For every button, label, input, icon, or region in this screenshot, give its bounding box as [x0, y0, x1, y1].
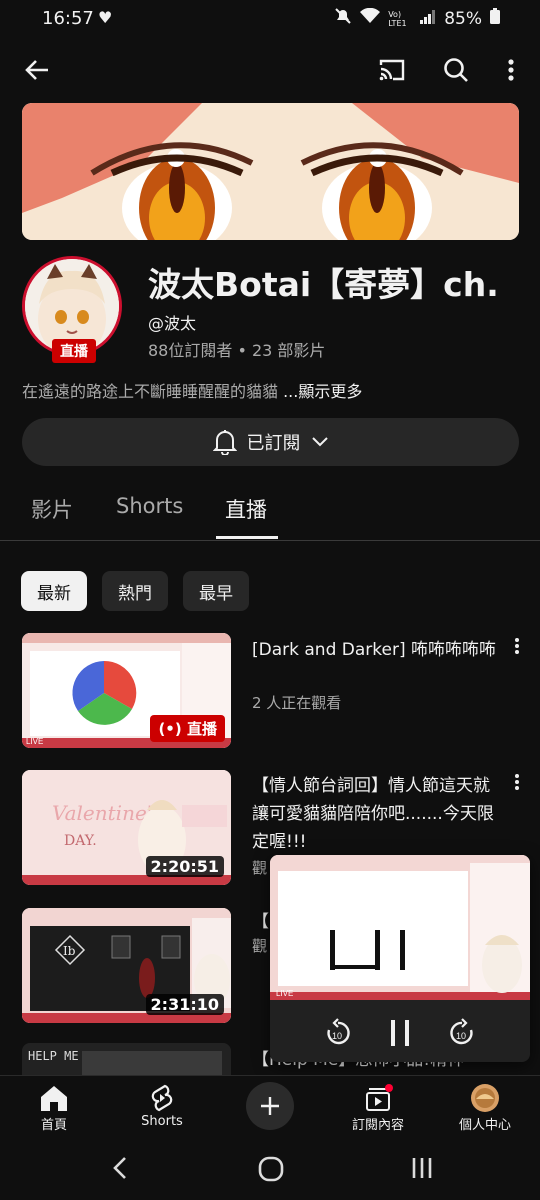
nav-home-label: 首頁: [40, 1118, 67, 1133]
live-broadcast-icon: (•): [158, 720, 182, 738]
video-thumbnail[interactable]: Ib 2:31:10: [22, 908, 231, 1023]
plus-icon: [261, 1097, 279, 1115]
circle-home-icon: [258, 1156, 284, 1182]
pause-button[interactable]: [380, 1013, 420, 1053]
forward-10-icon: 10: [450, 1018, 473, 1045]
system-navigation: [0, 1140, 540, 1200]
nav-profile-label: 個人中心: [458, 1118, 511, 1133]
profile-avatar: [471, 1084, 499, 1112]
tab-videos[interactable]: 影片: [31, 494, 73, 524]
video-duration: 2:31:10: [145, 994, 224, 1015]
status-time: 16:57: [42, 8, 94, 29]
more-vert-icon: [515, 638, 519, 654]
system-recents-button[interactable]: [410, 1156, 434, 1184]
video-meta: 2 人正在觀看: [252, 694, 342, 712]
bell-icon: [212, 430, 237, 455]
nav-home[interactable]: 首頁: [9, 1082, 99, 1133]
channel-description[interactable]: 在遙遠的路途上不斷睡睡醒醒的貓貓 ...顯示更多: [22, 378, 362, 402]
video-thumbnail[interactable]: Valentine's DAY. 2:20:51: [22, 770, 231, 885]
home-icon: [41, 1086, 67, 1111]
more-vert-icon: [515, 774, 519, 790]
more-vert-icon: [508, 59, 514, 81]
video-title[interactable]: 【: [252, 908, 272, 936]
video-thumbnail[interactable]: LIVE (•) 直播: [22, 633, 231, 748]
channel-stats: 88位訂閱者 • 23 部影片: [148, 341, 326, 360]
live-badge: 直播: [52, 339, 96, 363]
chip-popular[interactable]: 熱門: [102, 571, 168, 611]
video-meta: 觀: [252, 937, 268, 955]
system-home-button[interactable]: [257, 1155, 285, 1187]
cast-button[interactable]: [372, 50, 412, 90]
heart-icon: ♥: [98, 8, 113, 27]
svg-text:LIVE: LIVE: [26, 737, 43, 746]
search-icon: [444, 58, 468, 82]
status-bar: 16:57 ♥ Vo) LTE1 85%: [0, 0, 540, 40]
subscribe-button[interactable]: 已訂閱: [22, 418, 519, 466]
live-badge: (•) 直播: [150, 715, 225, 742]
active-tab-indicator: [216, 536, 278, 539]
search-button[interactable]: [436, 50, 476, 90]
show-more-link[interactable]: ...顯示更多: [283, 382, 362, 401]
shorts-icon: [151, 1084, 173, 1112]
video-meta: 觀: [252, 859, 268, 877]
nav-shorts-label: Shorts: [141, 1114, 183, 1129]
forward-10-button[interactable]: 10: [442, 1013, 482, 1053]
svg-text:HELP ME: HELP ME: [28, 1049, 79, 1063]
cast-icon: [379, 59, 405, 81]
nav-shorts[interactable]: Shorts: [117, 1082, 207, 1129]
chevron-left-icon: [113, 1157, 126, 1179]
replay-10-icon: 10: [327, 1018, 350, 1045]
svg-text:Ib: Ib: [63, 944, 76, 958]
back-button[interactable]: [17, 50, 57, 90]
nav-subscriptions-label: 訂閱內容: [351, 1118, 404, 1133]
video-title[interactable]: [Dark and Darker] 咘咘咘咘咘: [252, 636, 500, 664]
more-options-button[interactable]: [491, 50, 531, 90]
nav-subscriptions[interactable]: 訂閱內容: [333, 1082, 423, 1133]
chip-oldest[interactable]: 最早: [183, 571, 249, 611]
channel-banner: [22, 103, 519, 240]
svg-text:10: 10: [456, 1031, 466, 1041]
video-title[interactable]: 【情人節台詞回】情人節這天就讓可愛貓貓陪陪你吧.......今天限定喔!!!: [252, 772, 500, 856]
channel-name: 波太Botai【寄夢】ch.: [148, 265, 499, 304]
create-button[interactable]: [246, 1082, 294, 1130]
wifi-icon: [360, 7, 381, 29]
nav-profile[interactable]: 個人中心: [440, 1082, 530, 1133]
subscriptions-icon: [366, 1084, 393, 1111]
recents-icon: [412, 1158, 432, 1178]
battery-text: 85%: [444, 8, 482, 29]
subscribe-label: 已訂閱: [246, 433, 301, 454]
channel-handle: @波太: [148, 314, 197, 333]
pause-icon: [391, 1020, 409, 1046]
battery-icon: [490, 8, 500, 29]
rewind-10-button[interactable]: 10: [318, 1013, 358, 1053]
signal-icon: [420, 9, 436, 29]
video-more-button[interactable]: [508, 633, 526, 659]
chevron-down-icon: [311, 437, 328, 447]
live-badge-text: 直播: [186, 720, 217, 738]
network-label: Vo) LTE1: [388, 9, 407, 28]
arrow-left-icon: [25, 60, 48, 80]
status-icons: Vo) LTE1 85%: [334, 7, 500, 29]
bottom-navigation: 首頁 Shorts 訂閱內容 個人中心: [0, 1075, 540, 1141]
svg-text:10: 10: [332, 1031, 342, 1041]
video-duration: 2:20:51: [145, 856, 224, 877]
channel-tabs: 影片 Shorts 直播: [0, 490, 540, 541]
tab-shorts[interactable]: Shorts: [116, 494, 183, 518]
video-more-button[interactable]: [508, 769, 526, 795]
mini-player[interactable]: LIVE 10 10: [270, 855, 530, 1062]
mini-player-video[interactable]: LIVE: [270, 855, 530, 1000]
mute-icon: [334, 8, 352, 29]
svg-text:DAY.: DAY.: [64, 833, 97, 849]
tab-live[interactable]: 直播: [225, 494, 267, 524]
svg-text:LIVE: LIVE: [276, 989, 293, 998]
system-back-button[interactable]: [110, 1155, 130, 1185]
chip-latest[interactable]: 最新: [21, 571, 87, 611]
description-text: 在遙遠的路途上不斷睡睡醒醒的貓貓: [22, 382, 284, 401]
